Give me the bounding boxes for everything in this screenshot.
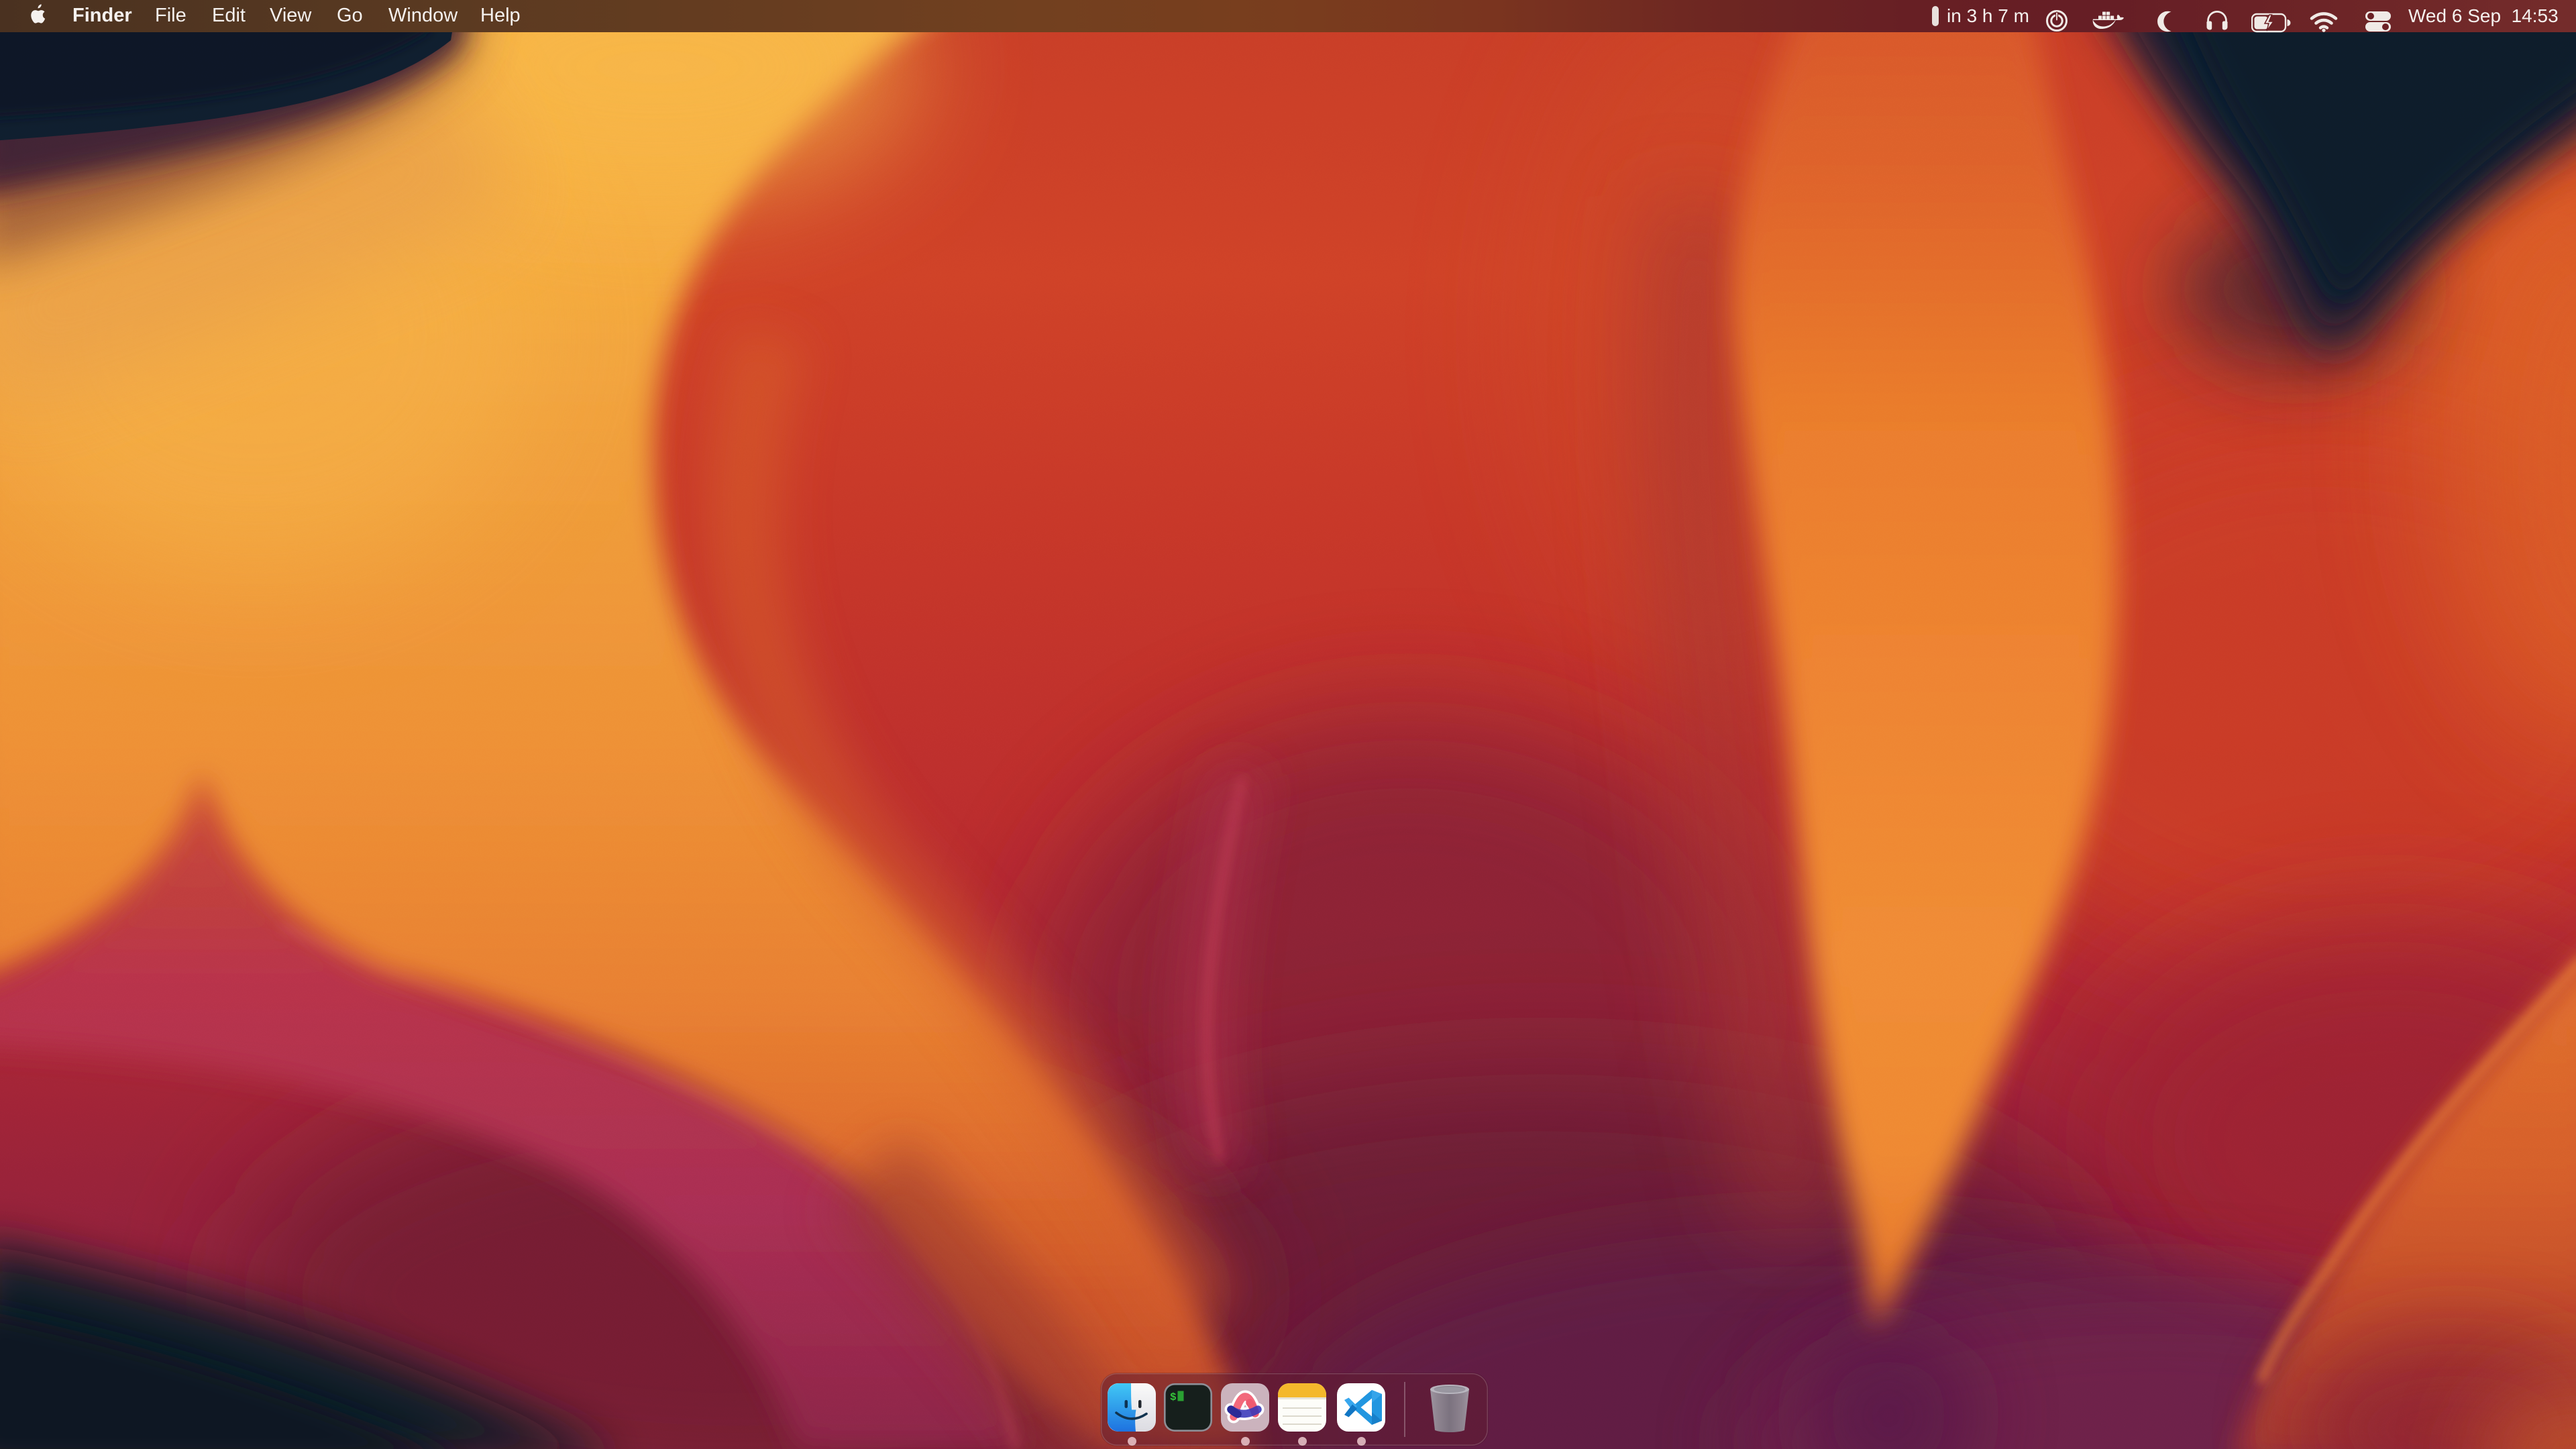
svg-text:$: $ [1170, 1391, 1177, 1403]
